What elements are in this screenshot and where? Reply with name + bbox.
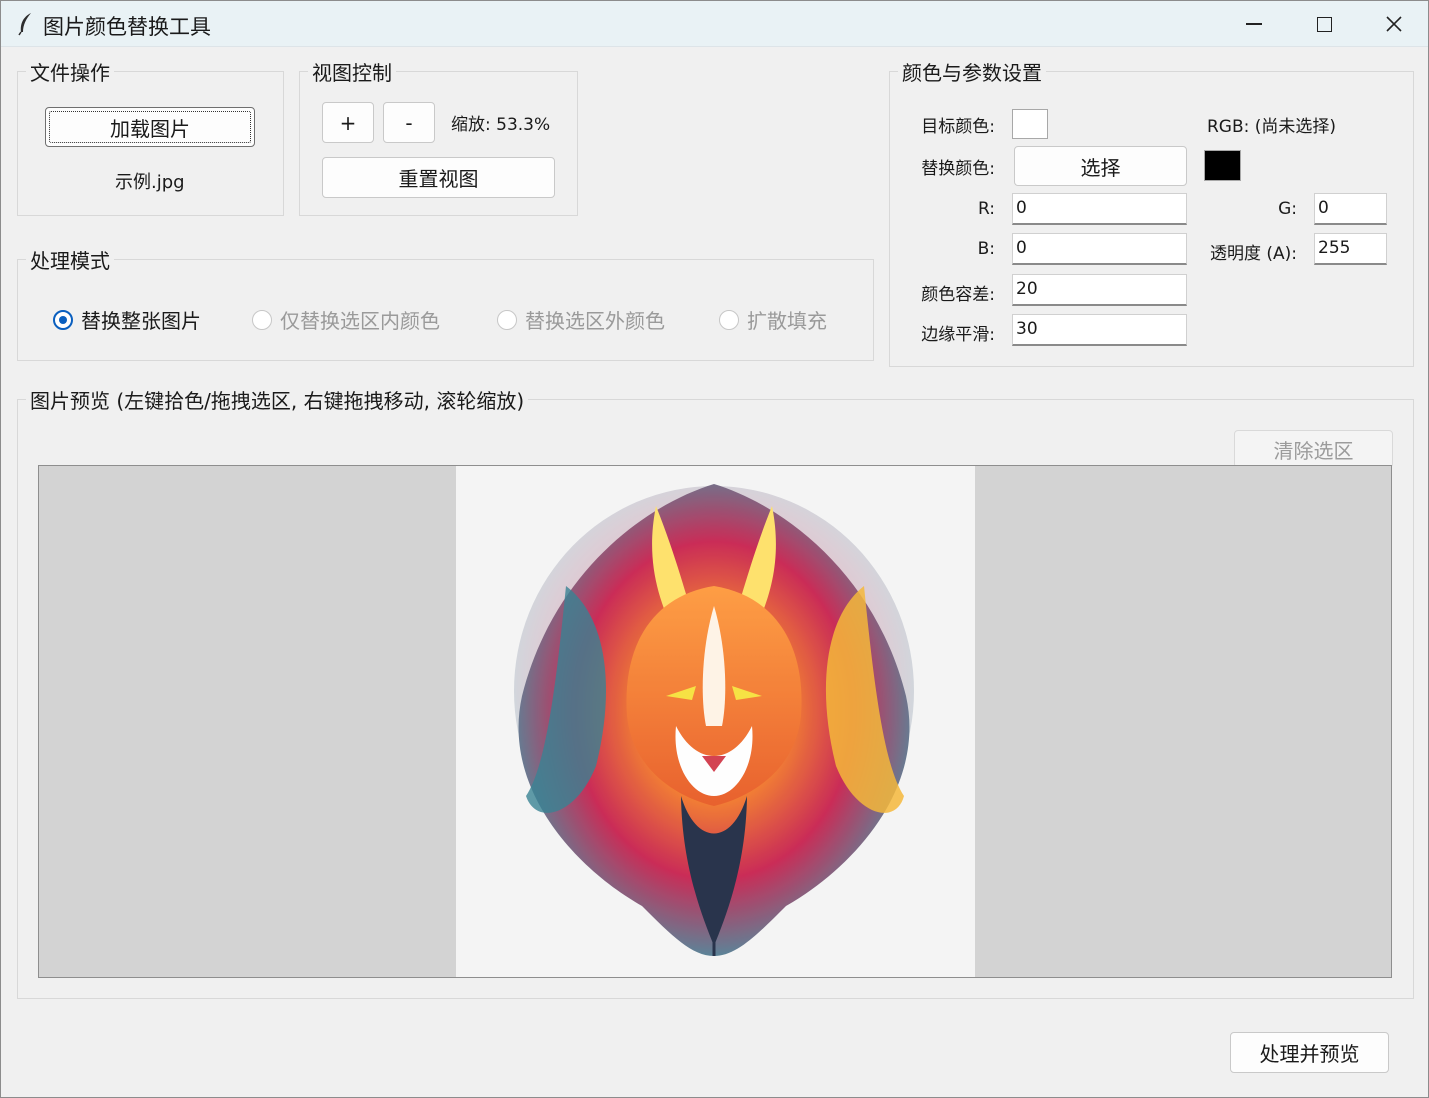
mode-radio-label: 替换整张图片 [81,309,201,333]
zoom-level-label: 缩放: 53.3% [451,115,551,135]
smooth-input[interactable]: 30 [1012,314,1187,346]
zoom-in-button[interactable]: + [322,102,374,143]
alpha-input[interactable]: 255 [1314,233,1387,265]
feather-icon [18,13,31,36]
mode-radio-inside-selection[interactable]: 仅替换选区内颜色 [252,305,440,334]
replace-color-label: 替换颜色: [921,159,995,179]
rgb-info-label: RGB: (尚未选择) [1207,117,1337,137]
process-preview-button[interactable]: 处理并预览 [1230,1032,1389,1073]
preview-canvas[interactable] [38,465,1392,978]
tolerance-label: 颜色容差: [921,285,995,305]
mode-radio-label: 仅替换选区内颜色 [280,309,440,333]
mode-radio-whole[interactable]: 替换整张图片 [53,305,201,334]
clear-selection-button[interactable]: 清除选区 [1234,430,1393,468]
r-label: R: [977,199,995,219]
reset-view-button[interactable]: 重置视图 [322,157,555,198]
target-color-label: 目标颜色: [921,117,995,137]
view-control-title: 视图控制 [308,57,396,86]
mode-radio-outside-selection[interactable]: 替换选区外颜色 [497,305,665,334]
radio-checked-icon [53,309,73,330]
mode-radio-flood-fill[interactable]: 扩散填充 [719,305,827,334]
tolerance-input[interactable]: 20 [1012,274,1187,306]
radio-unchecked-icon [719,309,739,330]
load-image-button[interactable]: 加载图片 [45,107,255,147]
maximize-button[interactable] [1289,1,1359,47]
file-name-label: 示例.jpg [115,172,185,193]
mode-title: 处理模式 [26,245,114,274]
preview-title: 图片预览 (左键拾色/拖拽选区, 右键拖拽移动, 滚轮缩放) [26,385,529,414]
radio-unchecked-icon [497,309,517,330]
minimize-button[interactable] [1219,1,1289,47]
window-title: 图片颜色替换工具 [43,15,211,39]
maximize-icon [1316,16,1332,32]
alpha-label: 透明度 (A): [1209,244,1297,264]
replace-color-swatch [1204,150,1241,181]
g-input[interactable]: 0 [1314,193,1387,225]
minimize-icon [1246,23,1262,25]
close-icon [1386,16,1402,32]
title-bar: 图片颜色替换工具 [1,1,1428,47]
preview-image[interactable] [456,466,975,977]
file-ops-title: 文件操作 [26,57,114,86]
g-label: G: [1278,199,1297,219]
zoom-out-button[interactable]: - [383,102,435,143]
b-label: B: [977,239,995,259]
b-input[interactable]: 0 [1012,233,1187,265]
target-color-swatch[interactable] [1012,109,1048,139]
mode-radio-label: 扩散填充 [747,309,827,333]
lion-illustration [514,484,914,956]
settings-title: 颜色与参数设置 [898,57,1046,86]
mode-radio-label: 替换选区外颜色 [525,309,665,333]
radio-unchecked-icon [252,309,272,330]
r-input[interactable]: 0 [1012,193,1187,225]
close-button[interactable] [1359,1,1429,47]
select-color-button[interactable]: 选择 [1014,146,1187,186]
smooth-label: 边缘平滑: [921,325,995,345]
app-window: 图片颜色替换工具 文件操作 加载图片 示例.jpg 视图控制 + - 缩放: 5… [0,0,1429,1098]
